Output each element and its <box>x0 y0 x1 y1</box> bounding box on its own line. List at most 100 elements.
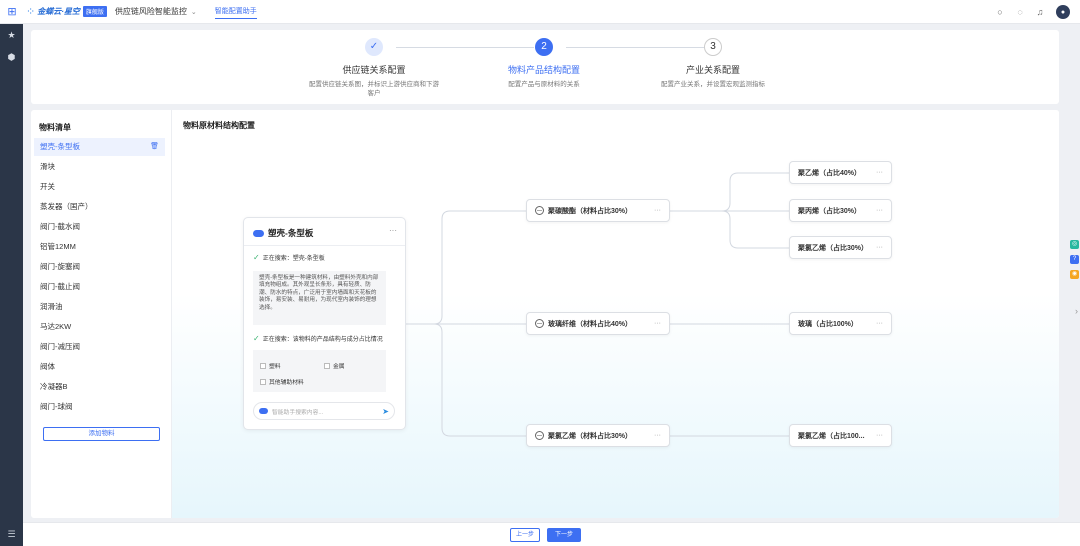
more-icon[interactable]: ··· <box>876 432 883 439</box>
material-item[interactable]: 阀门-球阀 <box>34 398 165 416</box>
avatar[interactable]: ● <box>1056 5 1070 19</box>
node-label: 聚氯乙烯（材料占比30%） <box>548 432 633 440</box>
trash-icon[interactable]: 🗑 <box>150 138 159 156</box>
material-list-title: 物料清单 <box>39 123 71 132</box>
option-label: 塑料 <box>269 364 281 370</box>
search-icon[interactable]: ○ <box>990 7 1010 17</box>
material-node[interactable]: — 玻璃纤维（材料占比40%） ··· <box>526 312 670 335</box>
step-2[interactable]: 2 物料产品结构配置 配置产品与原材料的关系 <box>469 38 619 89</box>
bell-icon[interactable]: ♫ <box>1030 7 1050 17</box>
chevron-down-icon[interactable]: ⌄ <box>191 8 197 16</box>
step-title: 供应链关系配置 <box>342 65 406 75</box>
search-status: ✓ 正在搜索：该物料的产品结构与成分占比情况 <box>253 334 383 343</box>
more-icon[interactable]: ··· <box>876 207 883 214</box>
step-progress: ✓ 供应链关系配置 配置供应链关系图，并标识上游供应商和下游客户 2 物料产品结… <box>31 30 1059 104</box>
option-plastic[interactable]: 塑料 <box>260 361 281 370</box>
step-title: 物料产品结构配置 <box>507 65 580 75</box>
feedback-icon[interactable]: ◉ <box>1070 270 1079 279</box>
option-label: 其他辅助材料 <box>269 380 304 386</box>
material-list-panel: 物料清单 塑壳-条型板 🗑 滑块 开关 蒸发器（国产） 阀门-截水阀 铝管12M… <box>31 110 172 518</box>
more-icon[interactable]: ··· <box>654 432 661 439</box>
assistant-input[interactable]: 智能助手搜索内容... ➤ <box>253 402 395 420</box>
material-item[interactable]: 开关 <box>34 178 165 196</box>
tab-config-assistant[interactable]: 智能配置助手 <box>214 4 257 19</box>
app-grid-icon[interactable]: ⊞ <box>0 5 24 18</box>
edge <box>406 210 526 325</box>
step-desc: 配置产业关系，并设置宏观监测指标 <box>661 81 765 88</box>
material-item[interactable]: 蒸发器（国产） <box>34 198 165 216</box>
checkbox[interactable] <box>260 378 266 385</box>
cube-icon[interactable]: ⬢ <box>0 46 23 68</box>
material-item[interactable]: 阀门-减压阀 <box>34 338 165 356</box>
star-icon[interactable]: ★ <box>0 24 23 46</box>
material-item[interactable]: 冷凝器B <box>34 378 165 396</box>
material-item[interactable]: 润滑油 <box>34 298 165 316</box>
next-step-button[interactable]: 下一步 <box>547 528 581 542</box>
minus-circle-icon[interactable]: — <box>535 431 544 440</box>
structure-canvas: 物料原材料结构配置 塑壳-条型板 ··· ✓ 正在搜索：塑壳-条型板 塑壳-条型… <box>172 110 1059 518</box>
app-title[interactable]: 供应链风险智能监控 <box>115 6 187 17</box>
brand-logo[interactable]: ⁘ 金蝶云·星空 旗舰版 <box>26 5 107 18</box>
checkbox[interactable] <box>324 362 330 369</box>
brand-name: 金蝶云·星空 <box>37 7 80 16</box>
raw-material-node[interactable]: 聚氯乙烯（占比100... ··· <box>789 424 892 447</box>
ai-assistant-icon <box>259 408 268 414</box>
message-icon[interactable]: ◌ <box>1010 7 1030 17</box>
edge <box>406 323 526 437</box>
node-label: 玻璃纤维（材料占比40%） <box>548 320 633 328</box>
more-icon[interactable]: ··· <box>654 207 661 214</box>
raw-material-node[interactable]: 玻璃（占比100%） ··· <box>789 312 892 335</box>
material-item[interactable]: 阀门-旋塞阀 <box>34 258 165 276</box>
left-nav-rail: ★ ⬢ ☰ <box>0 24 23 546</box>
material-item[interactable]: 阀门-截水阀 <box>34 218 165 236</box>
minus-circle-icon[interactable]: — <box>535 206 544 215</box>
node-label: 玻璃（占比100%） <box>798 320 858 328</box>
more-icon[interactable]: ··· <box>876 320 883 327</box>
more-icon[interactable]: ··· <box>876 169 883 176</box>
material-item[interactable]: 塑壳-条型板 🗑 <box>34 138 165 156</box>
option-metal[interactable]: 金属 <box>324 361 345 370</box>
menu-collapse-icon[interactable]: ☰ <box>0 529 23 540</box>
check-icon: ✓ <box>253 334 260 343</box>
add-material-button[interactable]: 添加物料 <box>43 427 160 441</box>
material-node[interactable]: — 聚碳酸酯（材料占比30%） ··· <box>526 199 670 222</box>
checkbox[interactable] <box>260 362 266 369</box>
main-content: 物料清单 塑壳-条型板 🗑 滑块 开关 蒸发器（国产） 阀门-截水阀 铝管12M… <box>31 110 1059 518</box>
send-icon[interactable]: ➤ <box>382 407 389 416</box>
step-1[interactable]: ✓ 供应链关系配置 配置供应链关系图，并标识上游供应商和下游客户 <box>299 38 449 98</box>
more-icon[interactable]: ··· <box>654 320 661 327</box>
search-status: ✓ 正在搜索：塑壳-条型板 <box>253 253 325 262</box>
composition-options: 塑料 金属 其他辅助材料 <box>253 350 386 392</box>
step-title: 产业关系配置 <box>685 65 740 75</box>
ai-assistant-card: 塑壳-条型板 ··· ✓ 正在搜索：塑壳-条型板 塑壳-条型板是一种建筑材料，由… <box>243 217 406 430</box>
raw-material-node[interactable]: 聚乙烯（占比40%） ··· <box>789 161 892 184</box>
help-icon[interactable]: ? <box>1070 255 1079 264</box>
minus-circle-icon[interactable]: — <box>535 319 544 328</box>
option-other[interactable]: 其他辅助材料 <box>260 377 304 386</box>
material-item[interactable]: 马达2KW <box>34 318 165 336</box>
top-bar: ⊞ ⁘ 金蝶云·星空 旗舰版 供应链风险智能监控 ⌄ 智能配置助手 ○ ◌ ♫ … <box>0 0 1080 24</box>
prev-step-button[interactable]: 上一步 <box>510 528 540 542</box>
material-item[interactable]: 阀门-截止阀 <box>34 278 165 296</box>
material-item[interactable]: 滑块 <box>34 158 165 176</box>
material-node[interactable]: — 聚氯乙烯（材料占比30%） ··· <box>526 424 670 447</box>
divider <box>244 245 405 246</box>
more-icon[interactable]: ··· <box>389 226 397 235</box>
step-3[interactable]: 3 产业关系配置 配置产业关系，并设置宏观监测指标 <box>638 38 788 89</box>
chevron-right-icon[interactable]: › <box>1075 306 1078 316</box>
input-placeholder[interactable]: 智能助手搜索内容... <box>272 407 382 416</box>
node-label: 聚丙烯（占比30%） <box>798 207 862 215</box>
material-item[interactable]: 铝管12MM <box>34 238 165 256</box>
material-item[interactable]: 阀体 <box>34 358 165 376</box>
material-description: 塑壳-条型板是一种建筑材料，由塑料外壳和内部填充物组成。其外观呈长条形，具有轻质… <box>253 271 386 325</box>
step-desc: 配置产品与原材料的关系 <box>508 81 580 88</box>
right-float-tools: ◎ ? ◉ <box>1068 240 1080 285</box>
check-icon: ✓ <box>365 38 383 56</box>
raw-material-node[interactable]: 聚氯乙烯（占比30%） ··· <box>789 236 892 259</box>
chat-icon[interactable]: ◎ <box>1070 240 1079 249</box>
edge <box>670 210 789 249</box>
more-icon[interactable]: ··· <box>876 244 883 251</box>
raw-material-node[interactable]: 聚丙烯（占比30%） ··· <box>789 199 892 222</box>
edition-badge: 旗舰版 <box>82 6 107 17</box>
step-desc: 配置供应链关系图，并标识上游供应商和下游客户 <box>309 81 439 97</box>
